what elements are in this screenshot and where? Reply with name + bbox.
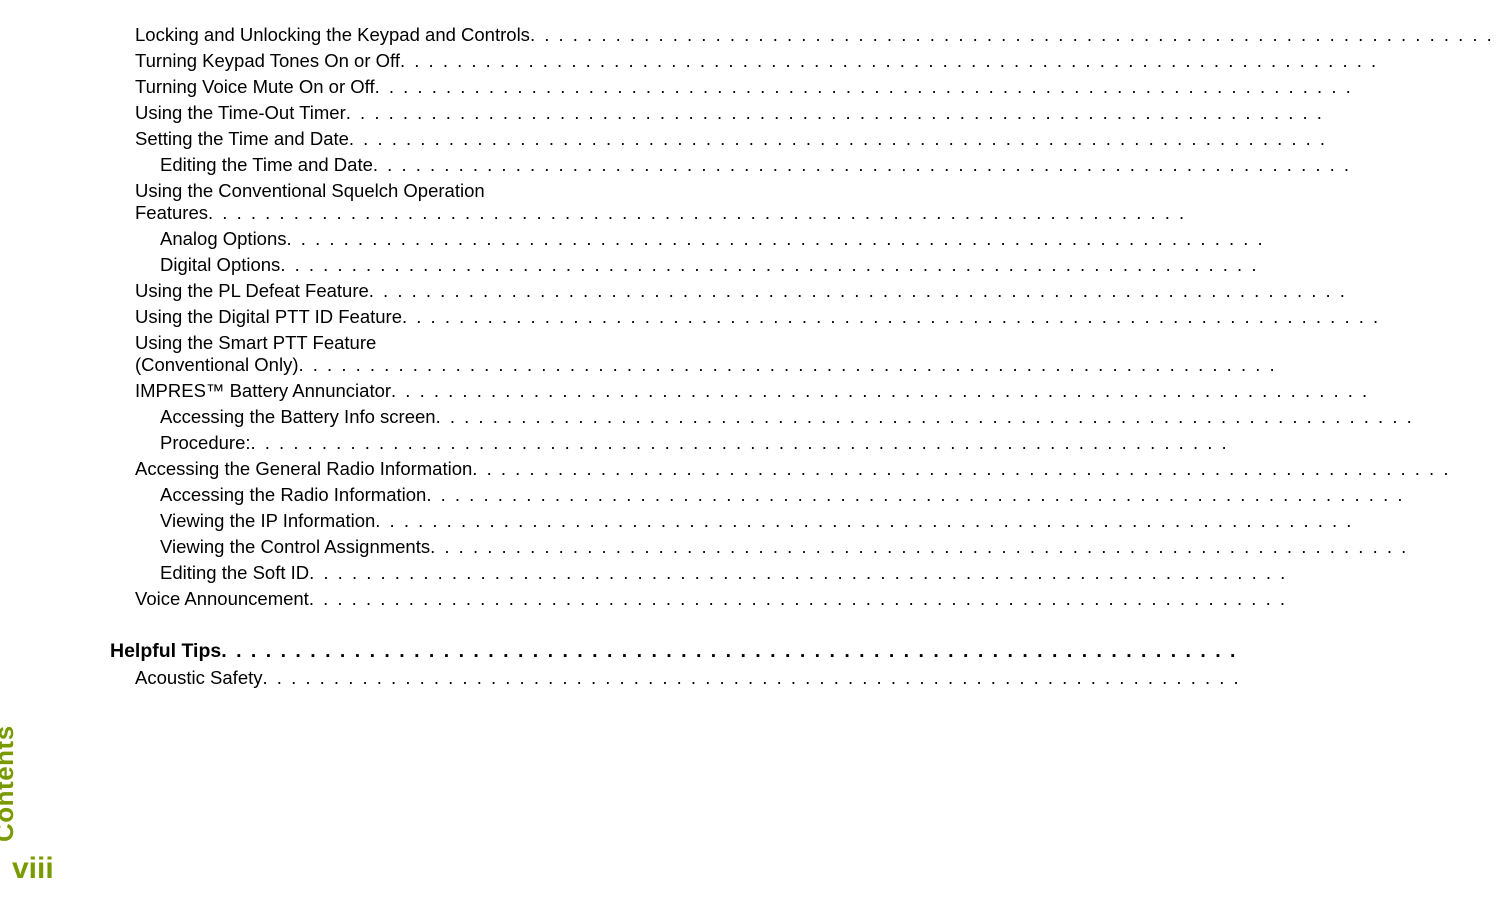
toc-title: Accessing the Radio Information [160,484,426,506]
toc-leader-dots: . . . . . . . . . . . . . . . . . . . . … [402,306,1500,328]
toc-entry: Accessing the General Radio Information … [110,458,1500,480]
toc-leader-dots: . . . . . . . . . . . . . . . . . . . . … [373,154,1500,176]
toc-leader-dots: . . . . . . . . . . . . . . . . . . . . … [375,76,1500,98]
section-gap [110,614,1500,636]
toc-title: Accessing the Battery Info screen [160,406,436,428]
page-number: viii [12,852,54,886]
toc-entry: Using the Digital PTT ID Feature . . . .… [110,306,1500,328]
toc-title: (Conventional Only) [135,354,299,376]
toc-leader-dots: . . . . . . . . . . . . . . . . . . . . … [426,484,1500,506]
toc-title: Helpful Tips [110,640,221,663]
toc-leader-dots: . . . . . . . . . . . . . . . . . . . . … [208,202,1500,224]
toc-entry: IMPRES™ Battery Annunciator . . . . . . … [110,380,1500,402]
toc-title: Using the PL Defeat Feature [135,280,369,302]
toc-entry: Viewing the IP Information . . . . . . .… [110,510,1500,532]
toc-entry: Using the Time-Out Timer . . . . . . . .… [110,102,1500,124]
toc-entry: Turning Keypad Tones On or Off . . . . .… [110,50,1500,72]
toc-leader-dots: . . . . . . . . . . . . . . . . . . . . … [287,228,1500,250]
toc-page: Locking and Unlocking the Keypad and Con… [0,0,1500,713]
toc-title: Accessing the General Radio Information [135,458,472,480]
toc-title: Acoustic Safety [135,667,263,689]
toc-entry: Analog Options . . . . . . . . . . . . .… [110,228,1500,250]
toc-entry: Using the PL Defeat Feature . . . . . . … [110,280,1500,302]
toc-title: Turning Voice Mute On or Off [135,76,375,98]
toc-leader-dots: . . . . . . . . . . . . . . . . . . . . … [369,280,1500,302]
toc-title: Procedure: [160,432,251,454]
toc-title: Editing the Time and Date [160,154,373,176]
toc-entry: Setting the Time and Date . . . . . . . … [110,128,1500,150]
side-label: Contents [0,725,20,842]
toc-entry: Turning Voice Mute On or Off . . . . . .… [110,76,1500,98]
toc-leader-dots: . . . . . . . . . . . . . . . . . . . . … [375,510,1500,532]
toc-entry: Using the Smart PTT Feature(Conventional… [110,332,1500,376]
toc-title: Voice Announcement [135,588,309,610]
toc-leader-dots: . . . . . . . . . . . . . . . . . . . . … [309,588,1500,610]
toc-title: Viewing the Control Assignments [160,536,430,558]
toc-entry: Editing the Time and Date . . . . . . . … [110,154,1500,176]
toc-leader-dots: . . . . . . . . . . . . . . . . . . . . … [299,354,1500,376]
toc-entry: Locking and Unlocking the Keypad and Con… [110,24,1500,46]
toc-title: Using the Digital PTT ID Feature [135,306,402,328]
toc-leader-dots: . . . . . . . . . . . . . . . . . . . . … [346,102,1500,124]
toc-entry: Procedure: . . . . . . . . . . . . . . .… [110,432,1500,454]
toc-title: Locking and Unlocking the Keypad and Con… [135,24,530,46]
toc-leader-dots: . . . . . . . . . . . . . . . . . . . . … [472,458,1500,480]
toc-entry: Accessing the Radio Information . . . . … [110,484,1500,506]
toc-leader-dots: . . . . . . . . . . . . . . . . . . . . … [309,562,1500,584]
toc-leader-dots: . . . . . . . . . . . . . . . . . . . . … [430,536,1500,558]
toc-title: Turning Keypad Tones On or Off [135,50,400,72]
toc-leader-dots: . . . . . . . . . . . . . . . . . . . . … [349,128,1500,150]
toc-entry: Accessing the Battery Info screen . . . … [110,406,1500,428]
toc-leader-dots: . . . . . . . . . . . . . . . . . . . . … [280,254,1500,276]
toc-entry: Helpful Tips . . . . . . . . . . . . . .… [110,640,1500,663]
toc-leader-dots: . . . . . . . . . . . . . . . . . . . . … [436,406,1500,428]
toc-leader-dots: . . . . . . . . . . . . . . . . . . . . … [263,667,1500,689]
toc-title: Using the Smart PTT Feature [135,332,376,354]
toc-entry: Digital Options . . . . . . . . . . . . … [110,254,1500,276]
toc-leader-dots: . . . . . . . . . . . . . . . . . . . . … [251,432,1500,454]
toc-leader-dots: . . . . . . . . . . . . . . . . . . . . … [530,24,1500,46]
toc-entry: Using the Conventional Squelch Operation… [110,180,1500,224]
toc-leader-dots: . . . . . . . . . . . . . . . . . . . . … [400,50,1500,72]
toc-entry: Viewing the Control Assignments . . . . … [110,536,1500,558]
toc-title: IMPRES™ Battery Annunciator [135,380,391,402]
toc-title: Using the Conventional Squelch Operation [135,180,485,202]
toc-column-left: Locking and Unlocking the Keypad and Con… [110,20,1500,693]
toc-leader-dots: . . . . . . . . . . . . . . . . . . . . … [391,380,1500,402]
toc-title: Digital Options [160,254,280,276]
toc-title: Editing the Soft ID [160,562,309,584]
toc-title: Using the Time-Out Timer [135,102,346,124]
toc-title: Analog Options [160,228,287,250]
toc-entry: Voice Announcement . . . . . . . . . . .… [110,588,1500,610]
toc-entry: Editing the Soft ID . . . . . . . . . . … [110,562,1500,584]
toc-leader-dots: . . . . . . . . . . . . . . . . . . . . … [221,640,1500,663]
toc-title: Features [135,202,208,224]
toc-entry: Acoustic Safety . . . . . . . . . . . . … [110,667,1500,689]
toc-title: Viewing the IP Information [160,510,375,532]
toc-title: Setting the Time and Date [135,128,349,150]
